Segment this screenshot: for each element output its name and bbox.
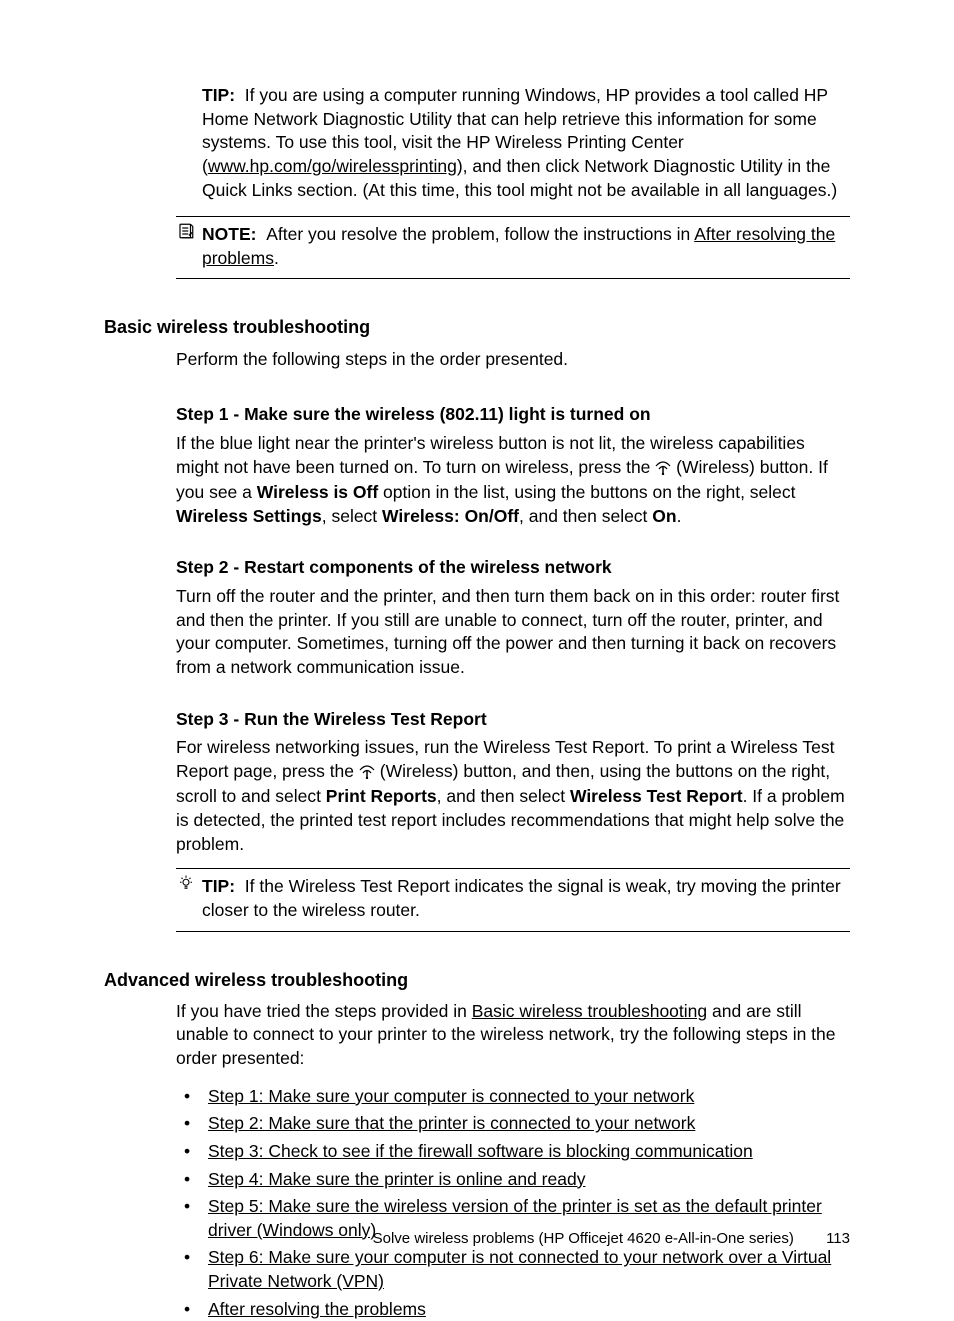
list-item: Step 6: Make sure your computer is not c… [176,1246,850,1293]
wireless-icon [359,762,375,786]
tip-link[interactable]: www.hp.com/go/wirelessprinting [208,156,457,176]
advanced-heading: Advanced wireless troubleshooting [104,968,850,992]
advanced-intro-link[interactable]: Basic wireless troubleshooting [472,1001,707,1021]
basic-intro: Perform the following steps in the order… [176,348,850,372]
tip-text: If the Wireless Test Report indicates th… [202,876,841,920]
step-link[interactable]: Step 1: Make sure your computer is conne… [208,1086,694,1106]
list-item: Step 3: Check to see if the firewall sof… [176,1140,850,1164]
step-link[interactable]: Step 4: Make sure the printer is online … [208,1169,585,1189]
wireless-icon [655,458,671,482]
note-label: NOTE: [202,224,256,244]
list-item: Step 2: Make sure that the printer is co… [176,1112,850,1136]
step3-text: For wireless networking issues, run the … [176,736,850,856]
list-item: After resolving the problems [176,1298,850,1321]
advanced-body: If you have tried the steps provided in … [176,1000,850,1321]
page-content: TIP: If you are using a computer running… [0,0,954,1321]
step-link[interactable]: After resolving the problems [208,1299,426,1319]
step-link[interactable]: Step 6: Make sure your computer is not c… [208,1247,831,1291]
tip-label: TIP: [202,85,235,105]
page-number: 113 [826,1230,850,1247]
step2-text: Turn off the router and the printer, and… [176,585,850,680]
tip-block-step3: TIP: If the Wireless Test Report indicat… [176,868,850,931]
list-item: Step 4: Make sure the printer is online … [176,1168,850,1192]
tip-block-top: TIP: If you are using a computer running… [202,84,850,202]
note-icon [176,222,196,247]
tip-body: TIP: If the Wireless Test Report indicat… [176,875,850,922]
advanced-intro: If you have tried the steps provided in … [176,1000,850,1071]
note-text-before: After you resolve the problem, follow th… [266,224,694,244]
list-item: Step 1: Make sure your computer is conne… [176,1085,850,1109]
lightbulb-icon [176,874,196,899]
step2-title: Step 2 - Restart components of the wirel… [176,556,850,580]
note-text-after: . [274,248,279,268]
basic-body: Perform the following steps in the order… [176,348,850,932]
basic-heading: Basic wireless troubleshooting [104,315,850,339]
step1-title: Step 1 - Make sure the wireless (802.11)… [176,403,850,427]
step3-title: Step 3 - Run the Wireless Test Report [176,708,850,732]
page-footer: Solve wireless problems (HP Officejet 46… [373,1229,850,1249]
step-link[interactable]: Step 2: Make sure that the printer is co… [208,1113,695,1133]
note-block: NOTE: After you resolve the problem, fol… [176,216,850,279]
advanced-steps-list: Step 1: Make sure your computer is conne… [176,1085,850,1321]
note-body: NOTE: After you resolve the problem, fol… [176,223,850,270]
step1-text: If the blue light near the printer's wir… [176,432,850,529]
step-link[interactable]: Step 3: Check to see if the firewall sof… [208,1141,753,1161]
footer-text: Solve wireless problems (HP Officejet 46… [373,1230,794,1247]
tip-paragraph: TIP: If you are using a computer running… [202,84,850,202]
tip-label: TIP: [202,876,235,896]
